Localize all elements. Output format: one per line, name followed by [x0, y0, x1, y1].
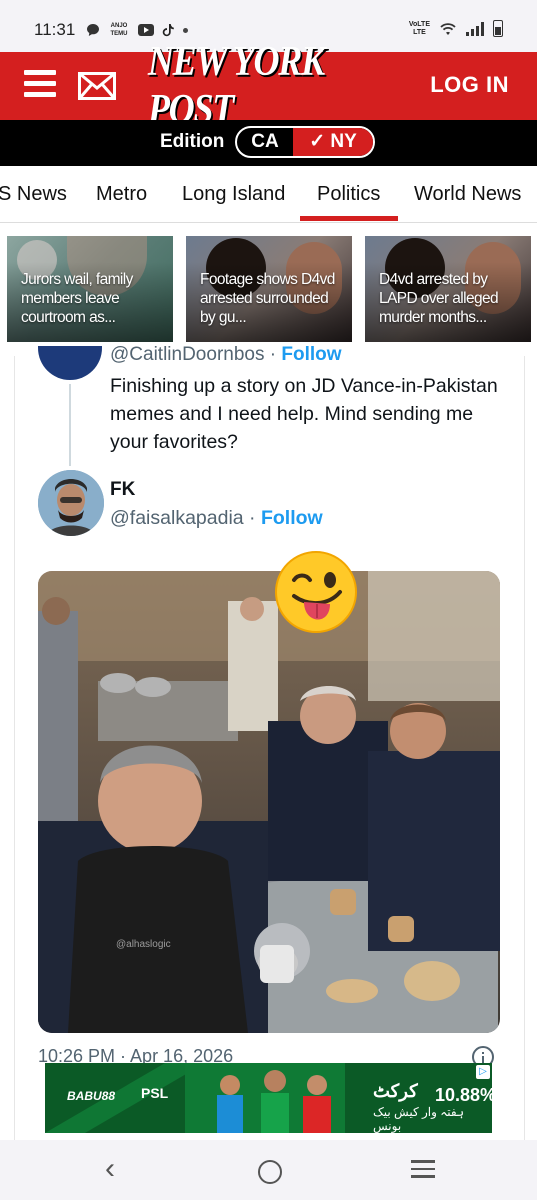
story-card[interactable]: Jurors wail, family members leave courtr… [7, 236, 173, 342]
home-icon[interactable] [258, 1160, 282, 1184]
nav-item-metro[interactable]: Metro [96, 183, 147, 206]
nav-item-long-island[interactable]: Long Island [182, 183, 285, 206]
story-card[interactable]: Footage shows D4vd arrested surrounded b… [186, 236, 352, 342]
author-name[interactable]: FK [110, 479, 135, 501]
author-handle-row: @faisalkapadia · Follow [110, 507, 323, 530]
nav-item-world-news[interactable]: World News [414, 183, 521, 206]
site-header: NEW YORK POST LOG IN [0, 39, 537, 133]
ad-urdu-headline: کرکٹ [373, 1081, 418, 1101]
wifi-icon [440, 22, 456, 35]
story-title: D4vd arrested by LAPD over alleged murde… [379, 271, 499, 326]
adchoices-icon[interactable]: ▷ [476, 1065, 490, 1079]
author-handle[interactable]: @faisalkapadia [110, 507, 244, 529]
story-title: Jurors wail, family members leave courtr… [21, 271, 133, 326]
separator: · [249, 507, 256, 529]
reply-to-follow-link[interactable]: Follow [281, 344, 341, 364]
thread-line [69, 384, 71, 466]
reply-to-header: @CaitlinDoornbos · Follow [110, 344, 342, 364]
story-card[interactable]: D4vd arrested by LAPD over alleged murde… [365, 236, 531, 342]
tweet-text: Finishing up a story on JD Vance-in-Paki… [110, 375, 498, 453]
author-avatar[interactable] [38, 470, 104, 536]
edition-ny-label: NY [330, 131, 357, 152]
reply-to-handle[interactable]: @CaitlinDoornbos [110, 344, 264, 364]
volte-label: VoLTE [408, 20, 430, 28]
newsletter-mail-icon[interactable] [78, 72, 116, 100]
tiktok-icon [162, 24, 174, 37]
story-carousel: Jurors wail, family members leave courtr… [0, 236, 537, 344]
image-watermark: @alhaslogic [116, 939, 171, 950]
youtube-icon [138, 24, 154, 36]
nav-active-indicator [300, 216, 398, 221]
status-right-icons: VoLTE LTE [409, 20, 503, 37]
status-time: 11:31 [34, 20, 76, 39]
edition-label: Edition [160, 131, 225, 152]
temu-badge: ANJO TEMU [110, 23, 128, 37]
edition-bar: Edition CA ✓ NY [0, 120, 537, 166]
story-title: Footage shows D4vd arrested surrounded b… [200, 271, 335, 326]
volte-indicator: VoLTE LTE [409, 21, 430, 37]
login-button[interactable]: LOG IN [430, 72, 509, 98]
notification-dot-icon [183, 27, 188, 33]
edition-ca-option[interactable]: CA [237, 128, 293, 156]
lte-label: LTE [413, 28, 426, 36]
back-icon[interactable]: ‹ [105, 1152, 115, 1186]
signal-icon [466, 21, 484, 36]
nypost-logo[interactable]: NEW YORK POST [128, 39, 412, 133]
recents-icon[interactable] [411, 1160, 435, 1183]
nav-item-us-news[interactable]: S News [0, 183, 67, 206]
nav-item-politics[interactable]: Politics [317, 183, 380, 206]
ad-banner[interactable]: BABU88 PSL کرکٹ 10.88% ہفتہ وار کیش بیک … [45, 1063, 492, 1133]
section-nav: S News Metro Long Island Politics World … [0, 166, 537, 223]
ad-percent: 10.88% [435, 1085, 492, 1105]
system-nav-bar: ‹ [0, 1140, 537, 1200]
status-left-icons: ANJO TEMU [86, 22, 188, 38]
author-follow-link[interactable]: Follow [261, 507, 323, 529]
edition-toggle[interactable]: CA ✓ NY [235, 126, 375, 158]
ad-urdu-sub: ہفتہ وار کیش بیک بونس [373, 1105, 465, 1133]
chat-bubble-icon [87, 24, 99, 36]
check-icon: ✓ [309, 131, 326, 152]
hamburger-menu-icon[interactable] [24, 70, 56, 100]
tweet-image[interactable]: @alhaslogic [38, 571, 500, 1033]
winking-tongue-emoji-icon [275, 551, 357, 633]
battery-icon [493, 20, 503, 37]
ad-brand: BABU88 [67, 1089, 116, 1103]
separator: · [269, 344, 277, 364]
edition-ny-option[interactable]: ✓ NY [293, 128, 373, 156]
ad-league: PSL [141, 1085, 169, 1101]
